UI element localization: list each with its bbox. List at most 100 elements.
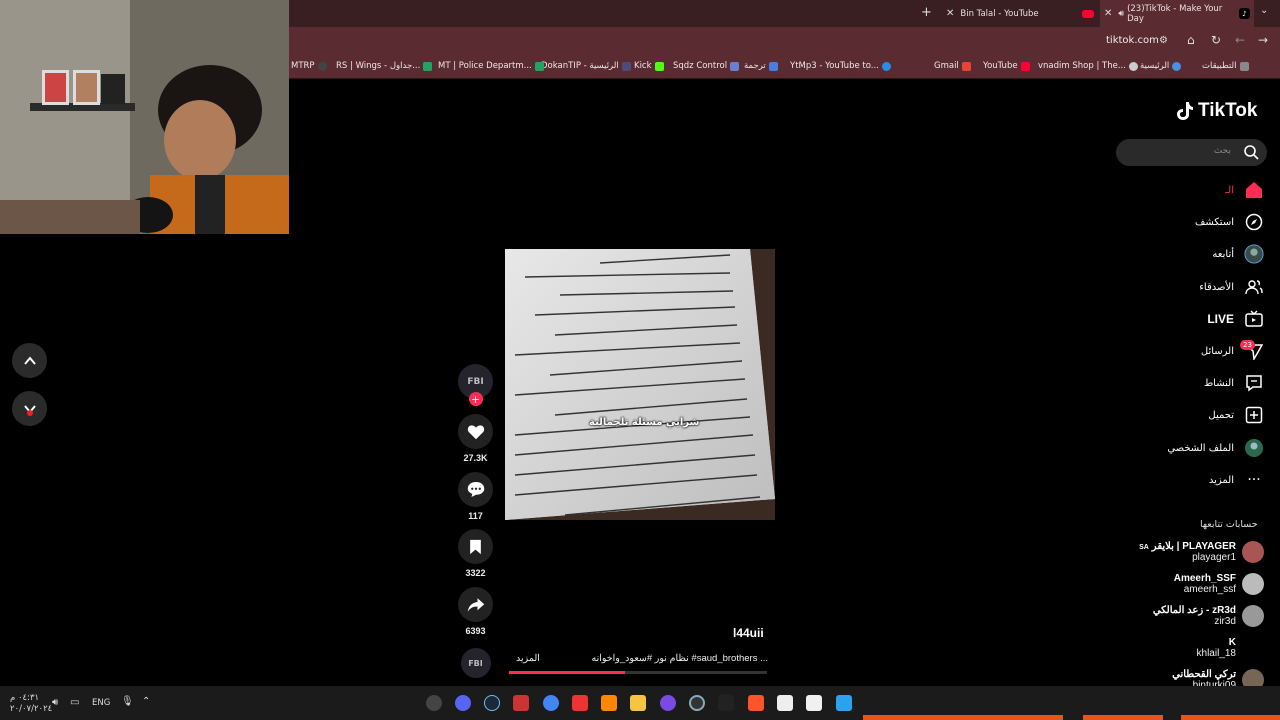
bookmark-mtrp[interactable]: MTRP [291,61,327,71]
avatar [1242,637,1264,659]
caption-more-link[interactable]: المزيد [516,653,540,664]
brave-icon[interactable] [748,695,764,711]
bookmark-home[interactable]: الرئيسية [1140,61,1182,71]
followed-account[interactable]: SA بلايقر | PLAYAGER playager1 [1139,541,1264,563]
share-button[interactable]: 6393 [458,587,493,636]
search-placeholder: بحث [1213,146,1231,156]
microphone-icon[interactable]: 🎙︎ [121,696,134,707]
bookmark-kick[interactable]: Kick [634,61,664,71]
friends-icon [1244,277,1264,297]
back-icon[interactable]: → [1258,33,1268,47]
bookmark-sqdz[interactable]: Sqdz Control [673,61,740,71]
bookmark-vnadim[interactable]: vnadim Shop | The... [1038,61,1138,71]
nav-profile[interactable]: الملف الشخصي [1167,438,1264,458]
comment-circle[interactable] [458,472,493,507]
followed-account[interactable]: زعد المالكي - zR3d zir3d [1153,605,1264,627]
close-tab-icon[interactable]: ✕ [1104,8,1112,19]
account-name: تركي القحطاني [1172,669,1236,680]
app-icon[interactable] [601,695,617,711]
nav-explore[interactable]: استكشف [1195,212,1264,232]
bookmark-gmail[interactable]: Gmail [934,61,971,71]
nav-following[interactable]: أتابعه [1212,244,1264,264]
save-button[interactable]: 3322 [458,529,493,578]
app-icon[interactable] [777,695,793,711]
language-indicator[interactable]: ENG [92,698,110,708]
previous-video-button[interactable] [12,343,47,378]
mute-icon[interactable]: 🔊︎ [1118,9,1124,19]
discord-icon[interactable] [455,695,471,711]
account-name: K [1228,637,1236,648]
share-circle[interactable] [458,587,493,622]
apps-icon [1239,61,1249,71]
app-icon[interactable] [660,695,676,711]
like-circle[interactable] [458,414,493,449]
nav-more[interactable]: المزيد ··· [1209,470,1264,490]
nav-live[interactable]: LIVE [1207,309,1264,329]
logo-text: TikTok [1198,100,1258,121]
new-tab-button[interactable]: + [921,5,932,20]
gmail-icon [961,61,971,71]
site-settings-icon[interactable]: ⚙ [1159,35,1168,46]
tray-chevron-icon[interactable]: ⌃ [142,696,150,707]
bookmark-translate[interactable]: ترجمة [744,61,778,71]
bookmark-apps[interactable]: التطبيقات [1202,61,1249,71]
tiktok-logo[interactable]: TikTok [1176,100,1257,122]
video-author[interactable]: l44uii [733,626,764,640]
bookmark-dokantip[interactable]: DokanTIP - الرئيسية [541,61,631,71]
account-names: SA بلايقر | PLAYAGER playager1 [1139,541,1236,563]
nav-home[interactable]: الـ [1225,180,1264,200]
music-disc[interactable]: FBI [458,648,493,678]
app-icon[interactable] [572,695,588,711]
comment-button[interactable]: 117 [458,472,493,521]
search-icon[interactable] [1242,143,1260,165]
forward-icon[interactable]: ← [1235,33,1245,47]
like-button[interactable]: 27.3K [458,414,493,463]
nav-friends[interactable]: الأصدقاء [1199,277,1264,297]
app-icon[interactable] [718,695,734,711]
avatar [1242,541,1264,563]
globe-icon [1128,61,1138,71]
taskbar-highlight [1083,715,1163,720]
clock[interactable]: ٠٤:٣١ م ٢٠/٠٧/٢٠٢٤ [10,693,52,715]
bookmark-police[interactable]: MT | Police Departm... [438,61,544,71]
steam-icon[interactable] [484,695,500,711]
url-field[interactable]: tiktok.com [1106,35,1159,46]
account-names: زعد المالكي - zR3d zir3d [1153,605,1236,627]
account-names: Ameerh_SSF ameerh_ssf [1174,573,1236,595]
bookmark-youtube[interactable]: YouTube [983,61,1030,71]
nav-upload[interactable]: تحميل [1208,405,1264,425]
app-icon[interactable] [513,695,529,711]
follow-plus-icon[interactable]: + [468,392,483,406]
file-explorer-icon[interactable] [630,695,646,711]
bookmark-wings[interactable]: RS | Wings - جداول... [336,61,433,71]
like-count: 27.3K [463,453,488,463]
tab-title: (23)TikTok - Make Your Day [1127,3,1223,24]
creator-avatar[interactable]: FBI + [458,364,493,406]
tab-search-icon[interactable]: ⌄ [1260,5,1268,16]
video-player[interactable]: شرايي مسئلة تلجمالية [505,249,775,520]
app-icon[interactable] [689,695,705,711]
app-icon[interactable] [426,695,442,711]
search-input[interactable]: بحث [1116,139,1267,166]
volume-icon[interactable]: 🔊︎ [52,697,58,708]
chrome-icon[interactable] [543,695,559,711]
followed-account[interactable]: Ameerh_SSF ameerh_ssf [1174,573,1264,595]
tab-tiktok[interactable]: ✕ 🔊︎ (23)TikTok - Make Your Day ♪ [1100,0,1254,27]
avatar [1242,605,1264,627]
home-icon[interactable]: ⌂ [1187,33,1195,47]
reload-icon[interactable]: ↻ [1211,33,1221,47]
tiktok-icon [1177,102,1193,120]
close-tab-icon[interactable]: ✕ [946,8,954,19]
network-icon[interactable]: ▭ [70,697,79,708]
store-icon[interactable] [806,695,822,711]
nav-activity[interactable]: النشاط [1204,373,1264,393]
followed-account[interactable]: K khlail_18 [1197,637,1264,659]
video-progress-bar[interactable] [509,671,767,674]
tab-youtube[interactable]: ✕ Bin Talal - YouTube [944,0,1098,27]
save-circle[interactable] [458,529,493,564]
globe-icon [1172,61,1182,71]
sheets-icon [534,61,544,71]
next-video-button[interactable] [12,391,47,426]
bookmark-ytmp3[interactable]: YtMp3 - YouTube to... [790,61,891,71]
windows-start-icon[interactable] [836,695,852,711]
